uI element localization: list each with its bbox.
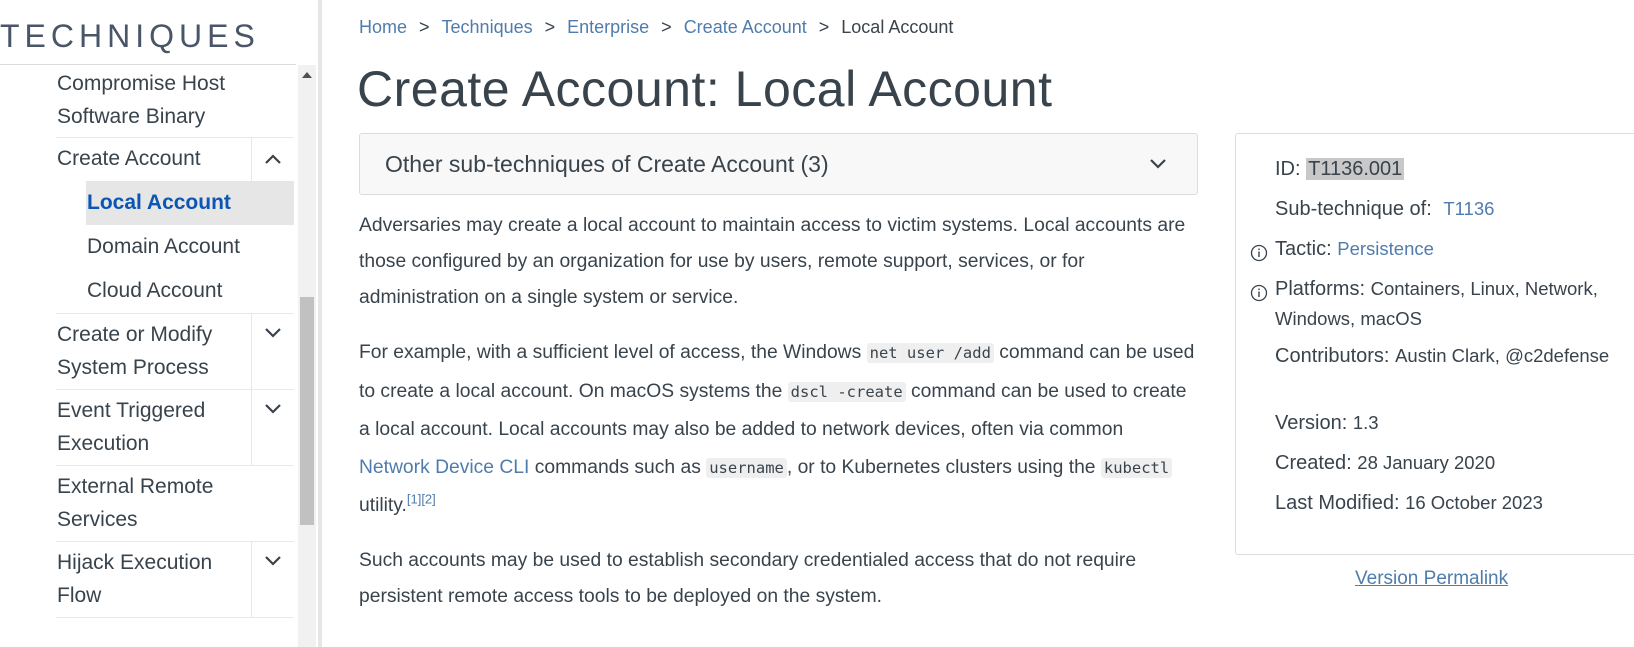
description-text: For example, with a sufficient level of … — [359, 342, 867, 363]
sidebar-item-cloud-account[interactable]: Cloud Account — [0, 269, 294, 313]
code-kubectl: kubectl — [1100, 457, 1173, 478]
sidebar-item-label: Domain Account — [87, 235, 240, 258]
sidebar-item-external-remote-services[interactable]: External Remote Services — [0, 465, 294, 541]
sidebar-item-event-triggered-execution[interactable]: Event Triggered Execution — [0, 389, 294, 465]
code-net-user-add: net user /add — [866, 343, 994, 363]
sidebar-title: TECHNIQUES — [0, 18, 260, 54]
expand-toggle[interactable] — [251, 541, 294, 617]
technique-info-card: ID: T1136.001 Sub-technique of: T1136 Ta… — [1235, 133, 1634, 555]
subtechniques-dropdown-label: Other sub-techniques of Create Account (… — [385, 151, 829, 177]
sidebar: TECHNIQUES Compromise Host Software Bina… — [0, 0, 322, 647]
sidebar-item-compromise-host-software-binary[interactable]: Compromise Host Software Binary — [0, 65, 294, 137]
chevron-down-icon — [265, 556, 281, 566]
sidebar-item-label: Cloud Account — [87, 279, 223, 302]
page-title: Create Account: Local Account — [357, 61, 1053, 117]
breadcrumb-techniques[interactable]: Techniques — [442, 17, 533, 38]
tactic-label: Tactic: — [1275, 238, 1332, 260]
breadcrumb-enterprise[interactable]: Enterprise — [567, 17, 649, 38]
contributors-value: Austin Clark, @c2defense — [1395, 345, 1610, 366]
id-value: T1136.001 — [1306, 158, 1405, 180]
breadcrumb-create-account[interactable]: Create Account — [684, 17, 807, 38]
last-modified-value: 16 October 2023 — [1405, 492, 1543, 513]
card-row-id: ID: T1136.001 — [1275, 154, 1634, 184]
version-value: 1.3 — [1352, 412, 1379, 433]
description-paragraph: Such accounts may be used to establish s… — [359, 549, 1137, 607]
description-text: commands such as — [529, 456, 707, 478]
sidebar-item-label: Hijack Execution Flow — [57, 551, 213, 607]
card-row-platforms: Platforms: Containers, Linux, Network, W… — [1275, 274, 1634, 334]
breadcrumb-separator: > — [818, 17, 830, 37]
card-row-created: Created: 28 January 2020 — [1275, 448, 1634, 478]
breadcrumb-separator: > — [661, 17, 672, 37]
card-row-subtechnique-of: Sub-technique of: T1136 — [1275, 194, 1634, 224]
expand-toggle[interactable] — [251, 313, 294, 389]
sidebar-item-create-account[interactable]: Create Account — [0, 137, 294, 181]
breadcrumb: Home > Techniques > Enterprise > Create … — [359, 17, 953, 38]
breadcrumb-separator: > — [419, 17, 430, 37]
last-modified-label: Last Modified: — [1275, 492, 1400, 514]
sidebar-item-create-or-modify-system-process[interactable]: Create or Modify System Process — [0, 313, 294, 389]
sidebar-item-label: Compromise Host Software Binary — [57, 72, 226, 128]
description-paragraph: For example, with a sufficient level of … — [359, 334, 1199, 525]
code-username: username — [706, 457, 787, 478]
reference-links[interactable]: [1][2] — [407, 492, 436, 507]
id-label: ID: — [1275, 158, 1301, 180]
sidebar-item-local-account[interactable]: Local Account — [0, 181, 294, 225]
sidebar-item-label: External Remote Services — [57, 475, 214, 531]
chevron-up-icon — [265, 154, 281, 164]
sidebar-item-domain-account[interactable]: Domain Account — [0, 225, 294, 269]
chevron-down-icon — [1150, 159, 1166, 169]
collapse-toggle[interactable] — [251, 137, 294, 181]
sidebar-scrollbar[interactable] — [298, 65, 316, 647]
sidebar-item-label: Event Triggered Execution — [57, 399, 206, 455]
description-paragraph: Adversaries may create a local account t… — [359, 215, 1186, 308]
description-text: utility. — [359, 495, 407, 516]
subtechnique-of-label: Sub-technique of: — [1275, 198, 1432, 220]
breadcrumb-separator: > — [544, 17, 556, 37]
network-device-cli-link[interactable]: Network Device CLI — [359, 457, 529, 478]
breadcrumb-home[interactable]: Home — [359, 17, 407, 38]
nav-separator — [56, 617, 294, 618]
card-row-version: Version: 1.3 — [1275, 408, 1634, 438]
scroll-up-button[interactable] — [298, 71, 316, 83]
code-dscl-create: dscl -create — [787, 381, 906, 402]
technique-description: Adversaries may create a local account t… — [359, 208, 1199, 633]
tactic-link[interactable]: Persistence — [1337, 238, 1434, 259]
scrollbar-thumb[interactable] — [300, 297, 314, 525]
chevron-down-icon — [265, 328, 281, 338]
card-row-contributors: Contributors: Austin Clark, @c2defense — [1275, 341, 1634, 371]
contributors-label: Contributors: — [1275, 345, 1390, 367]
sidebar-border — [318, 0, 322, 647]
info-icon[interactable] — [1250, 244, 1268, 262]
subtechnique-of-link[interactable]: T1136 — [1443, 198, 1494, 219]
scroll-up-arrow-icon — [302, 72, 312, 78]
chevron-down-icon — [265, 404, 281, 414]
expand-toggle[interactable] — [251, 389, 294, 465]
breadcrumb-current: Local Account — [841, 17, 954, 37]
sidebar-item-hijack-execution-flow[interactable]: Hijack Execution Flow — [0, 541, 294, 617]
info-icon[interactable] — [1250, 284, 1268, 302]
sidebar-item-label: Create Account — [57, 147, 201, 170]
sidebar-item-label: Local Account — [87, 191, 231, 214]
sidebar-item-label: Create or Modify System Process — [57, 323, 213, 379]
version-permalink-link[interactable]: Version Permalink — [1355, 568, 1508, 590]
card-row-last-modified: Last Modified: 16 October 2023 — [1275, 488, 1634, 518]
description-text: , or to Kubernetes clusters using the — [786, 456, 1101, 478]
version-label: Version: — [1275, 412, 1348, 434]
platforms-label: Platforms: — [1275, 278, 1366, 300]
created-label: Created: — [1275, 452, 1352, 474]
created-value: 28 January 2020 — [1357, 452, 1496, 473]
sidebar-nav: Compromise Host Software Binary Create A… — [0, 65, 294, 647]
subtechniques-dropdown[interactable]: Other sub-techniques of Create Account (… — [359, 133, 1198, 195]
card-row-tactic: Tactic: Persistence — [1275, 234, 1634, 264]
